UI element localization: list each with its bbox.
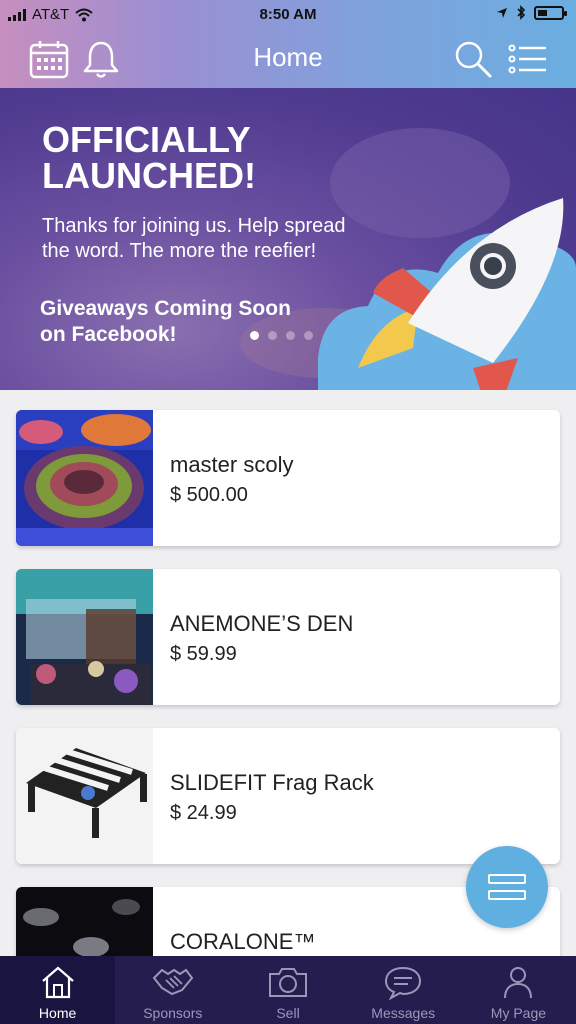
banner-giveaway-text: Giveaways Coming Soon on Facebook!: [40, 297, 291, 346]
nav-bar: Home: [0, 30, 576, 88]
app-header: AT&T 8:50 AM Home: [0, 0, 576, 88]
carousel-dot[interactable]: [250, 331, 259, 340]
product-price: $ 24.99: [170, 802, 237, 824]
bottom-tab-bar: Home Sponsors Sell Messages My Page: [0, 956, 576, 1024]
tab-label: My Page: [490, 1005, 547, 1021]
tab-messages[interactable]: Messages: [346, 956, 461, 1024]
home-screen: AT&T 8:50 AM Home OFFICIALLY LAUNCHED! T…: [0, 0, 576, 1024]
product-name: ANEMONE’S DEN: [170, 611, 354, 636]
tab-sponsors[interactable]: Sponsors: [115, 956, 230, 1024]
tab-my-page[interactable]: My Page: [461, 956, 576, 1024]
product-name: CORALONE™: [170, 929, 316, 954]
rocket-illustration: [318, 198, 576, 390]
handshake-icon: [152, 968, 194, 996]
person-icon: [504, 967, 533, 999]
product-price: $ 500.00: [170, 484, 248, 506]
product-image: [16, 569, 153, 705]
product-price: $ 59.99: [170, 643, 237, 665]
home-icon: [41, 966, 74, 999]
product-image: [16, 728, 153, 864]
layout-toggle-button[interactable]: [466, 846, 548, 928]
location-arrow-icon: [497, 7, 507, 18]
bluetooth-icon: [517, 5, 526, 20]
chat-icon: [385, 966, 422, 1000]
battery-icon: [534, 5, 567, 20]
product-name: master scoly: [170, 452, 294, 477]
product-card[interactable]: master scoly $ 500.00: [16, 410, 560, 546]
layout-stack-icon: [488, 874, 526, 884]
product-card[interactable]: ANEMONE’S DEN $ 59.99: [16, 569, 560, 705]
carousel-dot[interactable]: [268, 331, 277, 340]
tab-home[interactable]: Home: [0, 956, 116, 1024]
camera-icon: [269, 968, 307, 997]
tab-sell[interactable]: Sell: [230, 956, 345, 1024]
tab-label: Home: [38, 1005, 77, 1021]
status-time: 8:50 AM: [259, 6, 317, 23]
carousel-dot[interactable]: [304, 331, 313, 340]
banner-headline: OFFICIALLY LAUNCHED!: [42, 119, 256, 196]
search-icon[interactable]: [452, 38, 494, 80]
product-image: [16, 410, 153, 546]
menu-list-icon[interactable]: [506, 38, 548, 80]
status-bar: AT&T 8:50 AM: [0, 0, 576, 30]
tab-label: Sell: [276, 1005, 300, 1021]
product-card[interactable]: SLIDEFIT Frag Rack $ 24.99: [16, 728, 560, 864]
tab-label: Messages: [371, 1005, 436, 1021]
promo-banner[interactable]: OFFICIALLY LAUNCHED! Thanks for joining …: [0, 88, 576, 390]
carousel-dot[interactable]: [286, 331, 295, 340]
tab-label: Sponsors: [143, 1005, 203, 1021]
carousel-dots[interactable]: [250, 331, 313, 340]
product-name: SLIDEFIT Frag Rack: [170, 770, 374, 795]
